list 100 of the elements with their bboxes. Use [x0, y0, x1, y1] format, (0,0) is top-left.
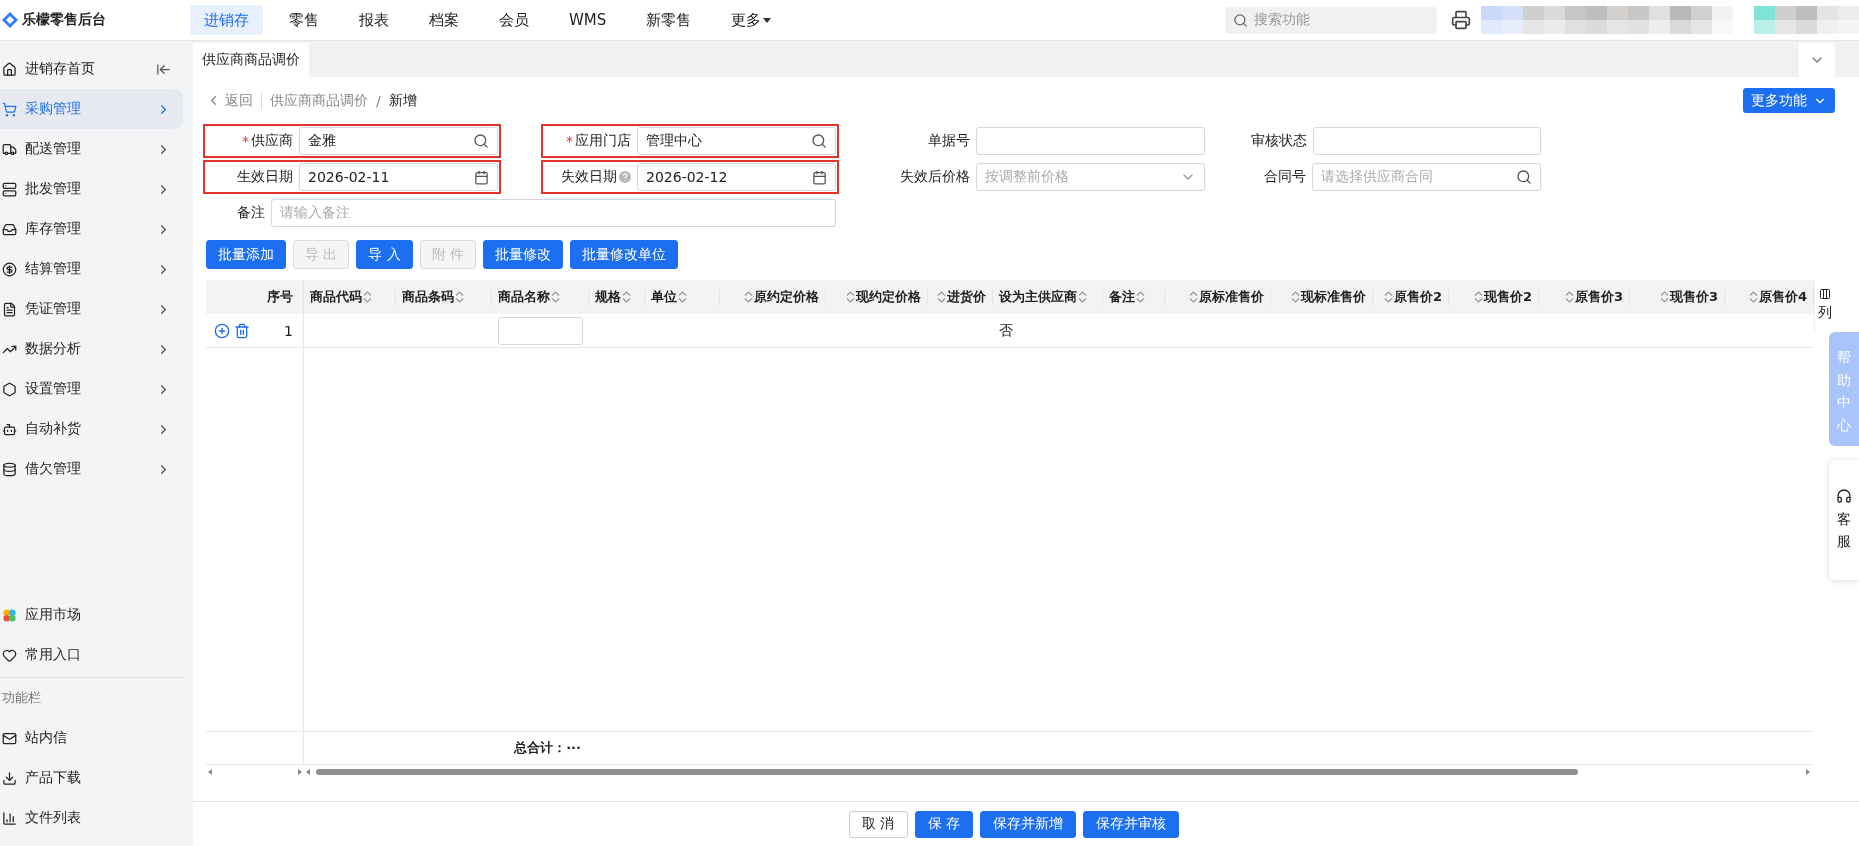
sort-icon [937, 291, 946, 303]
search-icon [473, 133, 489, 149]
sort-icon [1189, 291, 1198, 303]
column-header[interactable]: 规格 [595, 288, 621, 306]
sort-icon [1659, 291, 1669, 303]
column-header[interactable]: 商品代码 [310, 288, 362, 306]
cart-icon [2, 101, 17, 117]
sidebar-item[interactable]: 自动补货 [0, 409, 183, 449]
column-header[interactable]: 原售价3 [1574, 288, 1623, 306]
page-tab[interactable]: 供应商商品调价 [193, 43, 309, 77]
sidebar-item[interactable]: 采购管理 [0, 89, 183, 129]
search-icon [1233, 12, 1248, 28]
nav-tab[interactable]: 更多 [717, 5, 786, 35]
footer-button[interactable]: 保 存 [914, 810, 973, 838]
columns-icon [1819, 288, 1831, 300]
nav-tab[interactable]: 会员 [485, 5, 543, 35]
input-field[interactable]: 管理中心 [637, 127, 836, 155]
sidebar-item[interactable]: 应用市场 [0, 595, 183, 635]
nav-tab[interactable]: 新零售 [632, 5, 706, 35]
action-button[interactable]: 导 入 [356, 240, 413, 269]
column-header[interactable]: 原售价4 [1758, 288, 1807, 306]
column-header[interactable]: 备注 [1109, 288, 1135, 306]
nav-tab[interactable]: 档案 [415, 5, 473, 35]
footer-button[interactable]: 保存并审核 [1082, 810, 1179, 838]
sort-icon [1473, 291, 1483, 303]
column-header[interactable]: 设为主供应商 [999, 288, 1077, 306]
sort-icon [846, 291, 855, 303]
column-header: 序号 [267, 288, 293, 306]
sort-icon [1136, 291, 1145, 303]
date-field[interactable]: 2026-02-11 [299, 163, 498, 191]
sort-icon [744, 291, 753, 303]
action-button[interactable]: 批量修改单位 [570, 240, 679, 269]
column-header[interactable]: 原标准售价 [1199, 288, 1264, 306]
footer-button[interactable]: 取 消 [849, 810, 908, 838]
column-header[interactable]: 商品名称 [498, 288, 550, 306]
sidebar-item[interactable]: 设置管理 [0, 369, 183, 409]
field-label: 单据号 [928, 132, 970, 150]
nav-tab[interactable]: 进销存 [190, 5, 263, 35]
column-header[interactable]: 单位 [651, 288, 677, 306]
nav-tab[interactable]: 零售 [275, 5, 333, 35]
search-icon [1516, 169, 1532, 185]
sort-icon [1383, 291, 1393, 303]
column-header[interactable]: 进货价 [947, 288, 986, 306]
headset-icon [1836, 487, 1852, 504]
bar-chart-icon [2, 810, 17, 826]
delete-icon[interactable] [234, 322, 250, 339]
column-header[interactable]: 商品条码 [402, 288, 454, 306]
sort-icon [678, 291, 687, 303]
section-heading: 功能栏 [1, 689, 42, 707]
sidebar-item[interactable]: 产品下载 [0, 758, 183, 798]
back-link[interactable]: 返回 [206, 91, 262, 110]
more-functions-button[interactable]: 更多功能 [1743, 88, 1835, 113]
total-label: 总合计：··· [512, 739, 581, 757]
input-field[interactable] [1313, 127, 1541, 155]
sidebar-item[interactable]: 站内信 [0, 718, 183, 758]
column-header[interactable]: 现售价3 [1669, 288, 1718, 306]
column-header[interactable]: 现约定价格 [856, 288, 921, 306]
input-field[interactable] [976, 127, 1205, 155]
required-mark: * [242, 133, 249, 149]
sidebar-item[interactable]: 文件列表 [0, 798, 183, 838]
nav-tab[interactable]: 报表 [345, 5, 403, 35]
sidebar-item[interactable]: 常用入口 [0, 635, 183, 675]
pinwheel-icon [2, 607, 17, 623]
customer-service-tab[interactable]: 客服 [1829, 460, 1859, 580]
sort-icon [1748, 291, 1758, 303]
sidebar-item[interactable]: 凭证管理 [0, 289, 183, 329]
calendar-icon [474, 169, 489, 185]
cell-input[interactable] [498, 316, 583, 345]
sort-icon [1078, 291, 1087, 303]
breadcrumb-link[interactable]: 供应商商品调价 [270, 91, 368, 110]
expand-button[interactable] [1799, 43, 1835, 77]
footer-button[interactable]: 保存并新增 [979, 810, 1076, 838]
action-button[interactable]: 批量修改 [483, 240, 564, 269]
date-field[interactable]: 2026-02-12 [637, 163, 836, 191]
heart-icon [2, 647, 17, 663]
hexagon-icon [2, 381, 17, 397]
sort-icon [1291, 291, 1300, 303]
sidebar-item[interactable]: 结算管理 [0, 249, 183, 289]
field-label: 应用门店 [575, 132, 631, 150]
printer-icon[interactable] [1451, 10, 1471, 30]
sidebar-item[interactable]: 批发管理 [0, 169, 183, 209]
sidebar-item[interactable]: 库存管理 [0, 209, 183, 249]
sidebar-item[interactable]: 配送管理 [0, 129, 183, 169]
sort-icon [1564, 291, 1574, 303]
mail-icon [2, 730, 17, 746]
add-row-icon[interactable] [214, 322, 230, 339]
sidebar-item[interactable]: 数据分析 [0, 329, 183, 369]
inbox-icon [2, 221, 17, 237]
input-field[interactable]: 金雅 [299, 127, 498, 155]
sidebar-item[interactable]: 进销存首页 [0, 49, 183, 89]
breadcrumb-separator: / [376, 92, 381, 109]
home-icon [2, 61, 17, 77]
nav-tab[interactable]: WMS [555, 5, 621, 35]
sidebar-item[interactable]: 借欠管理 [0, 449, 183, 489]
column-header[interactable]: 现售价2 [1483, 288, 1532, 306]
action-button[interactable]: 批量添加 [206, 240, 286, 269]
column-header[interactable]: 现标准售价 [1301, 288, 1366, 306]
column-header[interactable]: 原约定价格 [754, 288, 819, 306]
column-header[interactable]: 原售价2 [1393, 288, 1442, 306]
download-icon [2, 770, 17, 786]
